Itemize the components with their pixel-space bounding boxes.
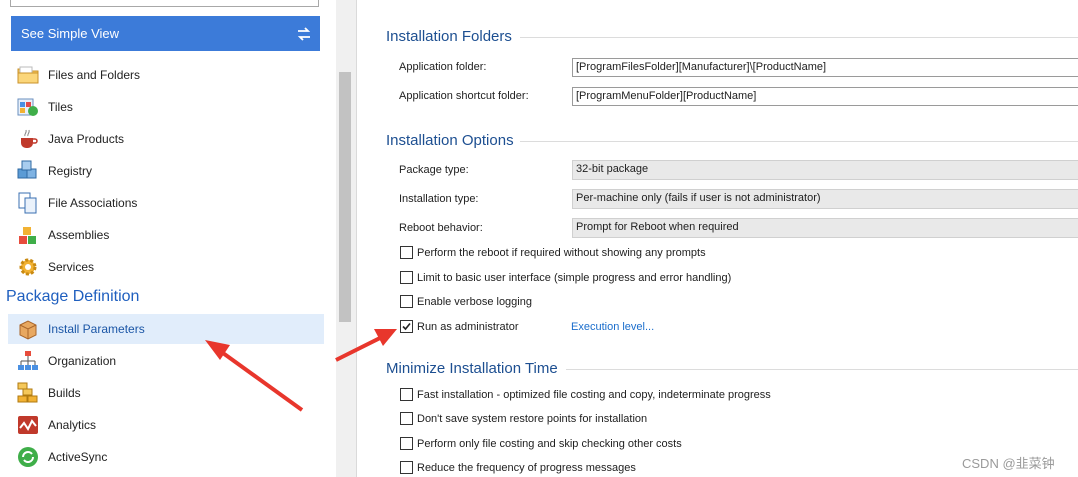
- red-arrow-to-run-as-administrator: [335, 329, 397, 362]
- annotation-arrows: [205, 329, 397, 412]
- red-arrow-to-install-parameters: [205, 340, 304, 412]
- csdn-watermark: CSDN @韭菜钟: [962, 456, 1055, 471]
